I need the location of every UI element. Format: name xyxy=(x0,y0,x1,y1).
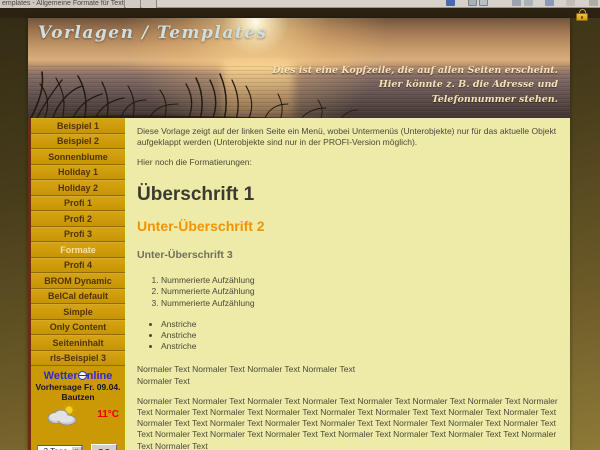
menu-items: Beispiel 1 Beispiel 2 Sonnenblume Holida… xyxy=(31,118,125,366)
globe-icon xyxy=(78,371,87,380)
bullet-list: Anstriche Anstriche Anstriche xyxy=(161,319,558,353)
short-text-line-2: Normaler Text xyxy=(137,376,190,386)
browser-tab-stub[interactable] xyxy=(126,0,141,8)
weather-city: Bautzen xyxy=(31,392,125,402)
forecast-range-select[interactable]: 3 Tage ▼ xyxy=(37,445,83,450)
sidebar-item-simple[interactable]: Simple xyxy=(31,304,125,320)
tagline-line: Telefonnummer stehen. xyxy=(272,93,558,107)
website-template: Vorlagen / Templates Dies ist eine Kopfz… xyxy=(28,18,570,450)
select-dropdown-arrow-icon[interactable]: ▼ xyxy=(71,446,82,450)
toolbar-icon[interactable] xyxy=(446,0,455,6)
logo-text-wetter: Wetter xyxy=(44,370,78,382)
header-tagline: Dies ist eine Kopfzeile, die auf allen S… xyxy=(272,64,558,107)
sidebar-menu: Beispiel 1 Beispiel 2 Sonnenblume Holida… xyxy=(28,118,125,450)
content-area: Diese Vorlage zeigt auf der linken Seite… xyxy=(125,118,570,450)
toolbar-icon[interactable] xyxy=(479,0,488,6)
lock-icon[interactable] xyxy=(576,9,588,21)
weather-widget: Wetter nline Vorhersage Fr. 09.04. Bautze… xyxy=(31,366,125,450)
sidebar-item-only-content[interactable]: Only Content xyxy=(31,320,125,336)
numbered-list-item: Nummerierte Aufzählung xyxy=(161,298,558,309)
tagline-line: Hier könnte z. B. die Adresse und xyxy=(272,78,558,92)
weather-forecast-date: Vorhersage Fr. 09.04. xyxy=(31,382,125,392)
logo-text-online: nline xyxy=(87,370,113,382)
page-top-dark-bar xyxy=(0,8,600,18)
intro-paragraph: Diese Vorlage zeigt auf der linken Seite… xyxy=(137,126,558,148)
toolbar-icon[interactable] xyxy=(512,0,521,6)
toolbar-icon[interactable] xyxy=(524,0,533,6)
toolbar-icon[interactable] xyxy=(545,0,554,6)
weather-go-button[interactable]: GO xyxy=(91,444,117,450)
lock-keyhole xyxy=(581,16,583,20)
wetteronline-logo[interactable]: Wetter nline xyxy=(31,371,125,382)
toolbar-icon[interactable] xyxy=(566,0,575,6)
tagline-line: Dies ist eine Kopfzeile, die auf allen S… xyxy=(272,64,558,78)
bullet-list-item: Anstriche xyxy=(161,319,558,330)
sidebar-item-formate-active[interactable]: Formate xyxy=(31,242,125,258)
sidebar-item-holiday-1[interactable]: Holiday 1 xyxy=(31,165,125,181)
heading-2: Unter-Überschrift 2 xyxy=(137,217,558,235)
intro2-paragraph: Hier noch die Formatierungen: xyxy=(137,157,558,168)
bullet-list-item: Anstriche xyxy=(161,330,558,341)
short-text-paragraph: Normaler Text Normaler Text Normaler Tex… xyxy=(137,364,558,386)
numbered-list-item: Nummerierte Aufzählung xyxy=(161,275,558,286)
sidebar-item-profi-2[interactable]: Profi 2 xyxy=(31,211,125,227)
long-text-paragraph: Normaler Text Normaler Text Normaler Tex… xyxy=(137,396,558,450)
site-title: Vorlagen / Templates xyxy=(38,23,268,43)
browser-tab[interactable]: emplates - Allgemeine Formate für Texte … xyxy=(0,0,125,8)
browser-toolbar-strip: emplates - Allgemeine Formate für Texte … xyxy=(0,0,600,8)
toolbar-icon[interactable] xyxy=(589,0,598,6)
numbered-list-item: Nummerierte Aufzählung xyxy=(161,286,558,297)
sidebar-item-seiteninhalt[interactable]: Seiteninhalt xyxy=(31,335,125,351)
header-banner-sunset-photo: Vorlagen / Templates Dies ist eine Kopfz… xyxy=(28,18,570,118)
browser-tab-stub[interactable] xyxy=(142,0,157,8)
sidebar-item-profi-3[interactable]: Profi 3 xyxy=(31,227,125,243)
sidebar-item-brom-dynamic[interactable]: BROM Dynamic xyxy=(31,273,125,289)
heading-3: Unter-Überschrift 3 xyxy=(137,249,558,263)
toolbar-icon[interactable] xyxy=(468,0,477,6)
bullet-list-item: Anstriche xyxy=(161,341,558,352)
sidebar-item-profi-1[interactable]: Profi 1 xyxy=(31,196,125,212)
temperature-value: 11°C xyxy=(97,409,119,420)
sidebar-item-beispiel-2[interactable]: Beispiel 2 xyxy=(31,134,125,150)
sidebar-item-profi-4[interactable]: Profi 4 xyxy=(31,258,125,274)
cloud-sun-icon xyxy=(43,403,83,427)
short-text-line-1: Normaler Text Normaler Text Normaler Tex… xyxy=(137,364,355,374)
heading-1: Überschrift 1 xyxy=(137,182,558,207)
sidebar-item-sonnenblume[interactable]: Sonnenblume xyxy=(31,149,125,165)
numbered-list: Nummerierte Aufzählung Nummerierte Aufzä… xyxy=(161,275,558,309)
sidebar-item-rls-beispiel-3[interactable]: rls-Beispiel 3 xyxy=(31,351,125,367)
sidebar-item-belcal-default[interactable]: BelCal default xyxy=(31,289,125,305)
sidebar-item-beispiel-1[interactable]: Beispiel 1 xyxy=(31,118,125,134)
sidebar-item-holiday-2[interactable]: Holiday 2 xyxy=(31,180,125,196)
